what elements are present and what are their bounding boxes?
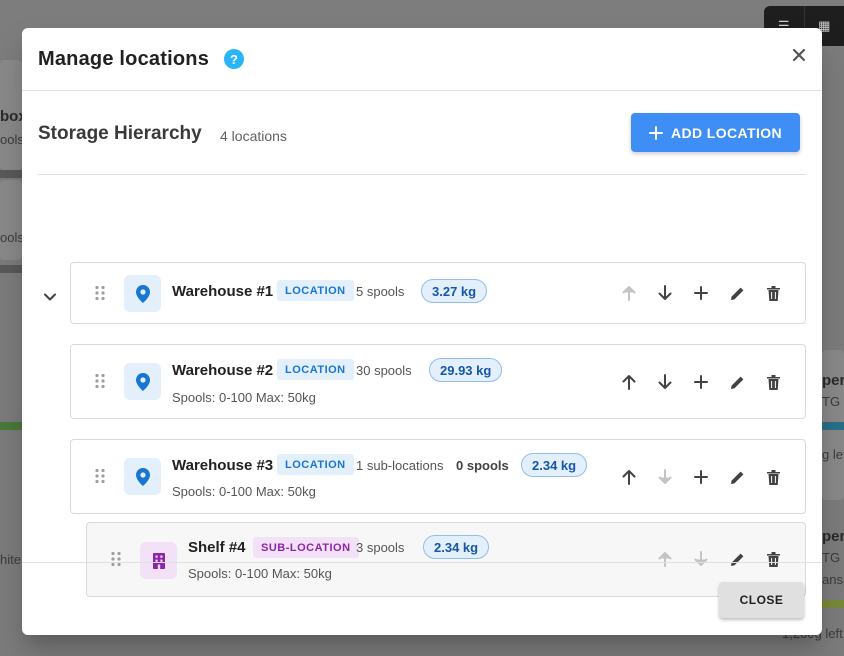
bg-bar	[0, 265, 22, 273]
bg-bar	[822, 422, 844, 430]
add-sub-location-button[interactable]	[691, 283, 711, 303]
arrow-up-icon	[622, 286, 636, 301]
bg-text: ansp	[822, 572, 844, 587]
move-down-button[interactable]	[655, 283, 675, 303]
drag-handle-icon[interactable]	[94, 285, 106, 301]
trash-icon	[766, 469, 780, 485]
bg-text: TG •	[822, 394, 844, 409]
weight-chip: 2.34 kg	[521, 453, 588, 477]
bg-text: ools	[0, 230, 22, 245]
bg-text: g left	[822, 447, 844, 462]
delete-button[interactable]	[763, 283, 783, 303]
delete-button[interactable]	[763, 372, 783, 392]
location-name: Warehouse #1	[172, 283, 274, 300]
delete-button[interactable]	[763, 467, 783, 487]
drag-handle-icon[interactable]	[94, 373, 106, 389]
location-row-warehouse-3[interactable]: Warehouse #3 LOCATION 1 sub-locations 0 …	[70, 439, 806, 514]
arrow-down-icon	[658, 285, 672, 300]
add-sub-location-button[interactable]	[691, 372, 711, 392]
spool-count: 0 spools	[456, 458, 509, 473]
spool-count: 30 spools	[356, 363, 412, 378]
pencil-icon	[730, 376, 743, 389]
location-name: Warehouse #2	[172, 362, 274, 379]
move-up-button[interactable]	[619, 372, 639, 392]
edit-button[interactable]	[727, 283, 747, 303]
edit-button[interactable]	[727, 372, 747, 392]
bg-bar	[0, 422, 22, 430]
add-sub-location-button[interactable]	[691, 467, 711, 487]
location-row-warehouse-1[interactable]: Warehouse #1 LOCATION 5 spools 3.27 kg	[70, 262, 806, 324]
location-type-badge: LOCATION	[277, 359, 354, 380]
plus-icon	[694, 375, 708, 389]
arrow-up-icon	[622, 375, 636, 390]
weight-chip: 3.27 kg	[421, 279, 488, 303]
move-down-button[interactable]	[655, 372, 675, 392]
move-down-button[interactable]	[655, 467, 675, 487]
location-pin-icon	[124, 363, 161, 400]
plus-icon	[694, 470, 708, 484]
arrow-down-icon	[658, 469, 672, 484]
manage-locations-dialog: Manage locations ? Storage Hierarchy 4 l…	[22, 28, 822, 635]
chevron-down-icon[interactable]	[42, 289, 58, 305]
location-row-warehouse-2[interactable]: Warehouse #2 LOCATION 30 spools 29.93 kg…	[70, 344, 806, 419]
location-capacity: Spools: 0-100 Max: 50kg	[172, 390, 316, 405]
pencil-icon	[730, 471, 743, 484]
pencil-icon	[730, 287, 743, 300]
location-capacity: Spools: 0-100 Max: 50kg	[172, 484, 316, 499]
bg-text: perl	[822, 372, 844, 389]
close-button[interactable]: CLOSE	[719, 582, 804, 618]
drag-handle-icon[interactable]	[94, 468, 106, 484]
location-pin-icon	[124, 275, 161, 312]
bg-bar	[0, 170, 22, 178]
trash-icon	[766, 285, 780, 301]
bg-card	[0, 180, 22, 260]
arrow-down-icon	[658, 374, 672, 389]
weight-chip: 29.93 kg	[429, 358, 503, 382]
location-name: Shelf #4	[188, 539, 246, 556]
move-up-button[interactable]	[619, 467, 639, 487]
location-pin-icon	[124, 458, 161, 495]
bg-text: perl	[822, 528, 844, 545]
bg-bar	[822, 600, 844, 608]
dialog-body: Storage Hierarchy 4 locations ADD LOCATI…	[22, 91, 822, 597]
move-up-button[interactable]	[619, 283, 639, 303]
plus-icon	[648, 125, 663, 140]
add-location-label: ADD LOCATION	[670, 124, 783, 141]
location-type-badge: LOCATION	[277, 280, 354, 301]
location-type-badge: SUB-LOCATION	[253, 537, 359, 558]
bg-text: hite	[0, 552, 21, 567]
dialog-footer: CLOSE	[22, 562, 822, 635]
location-name: Warehouse #3	[172, 457, 274, 474]
help-icon[interactable]: ?	[224, 49, 245, 69]
bg-text: box	[0, 108, 22, 125]
bg-text: ools	[0, 132, 22, 147]
dialog-title: Manage locations	[38, 47, 210, 70]
add-location-button[interactable]: ADD LOCATION	[631, 113, 800, 152]
dialog-header: Manage locations ?	[22, 28, 822, 91]
plus-icon	[694, 286, 708, 300]
section-header: Storage Hierarchy 4 locations ADD LOCATI…	[38, 113, 806, 175]
section-title: Storage Hierarchy	[38, 123, 202, 144]
weight-chip: 2.34 kg	[423, 535, 490, 559]
edit-button[interactable]	[727, 467, 747, 487]
location-type-badge: LOCATION	[277, 454, 354, 475]
location-count: 4 locations	[220, 128, 287, 144]
spool-count: 5 spools	[356, 284, 405, 299]
trash-icon	[766, 374, 780, 390]
close-icon[interactable]	[792, 48, 806, 62]
arrow-up-icon	[622, 470, 636, 485]
spool-count: 3 spools	[356, 540, 405, 555]
bg-text: TG •	[822, 550, 844, 565]
sub-location-count: 1 sub-locations	[356, 458, 444, 473]
